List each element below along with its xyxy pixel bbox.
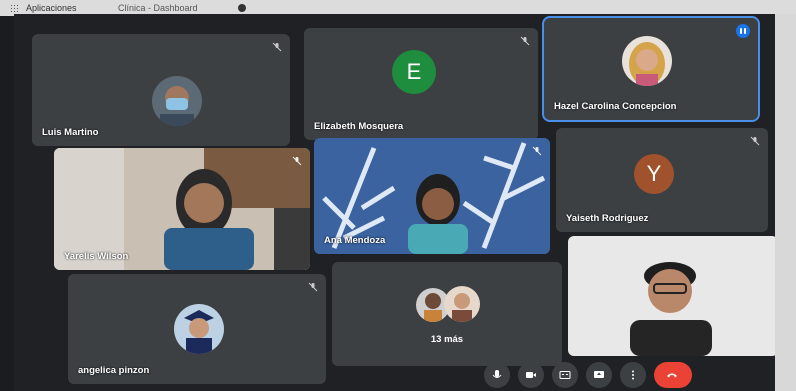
participant-tile-hazel[interactable]: Hazel Carolina Concepcion (542, 16, 760, 122)
device-edge (775, 14, 796, 391)
present-button[interactable] (586, 362, 612, 388)
participant-name: Ana Mendoza (324, 235, 386, 246)
more-participants-count: 13 más (430, 334, 464, 345)
participant-avatar (444, 286, 480, 322)
participant-avatar (174, 304, 224, 354)
mic-icon (492, 370, 502, 378)
captions-icon (559, 371, 571, 379)
muted-mic-icon (520, 36, 530, 46)
participant-initial-avatar: E (392, 50, 436, 94)
participant-name: angelica pinzon (78, 365, 150, 376)
more-participants-tile[interactable]: 13 más (332, 262, 562, 366)
muted-mic-icon (292, 156, 302, 166)
camera-icon (526, 372, 536, 378)
captions-button[interactable] (552, 362, 578, 388)
participant-video (568, 236, 778, 356)
muted-mic-icon (308, 282, 318, 292)
participant-name: Yarelis Wilson (64, 251, 129, 262)
participant-tile-video[interactable] (568, 236, 778, 356)
participant-tile-luis[interactable]: Luis Martino (32, 34, 290, 146)
participant-name: Elizabeth Mosquera (314, 121, 404, 132)
participant-avatar (152, 76, 202, 126)
muted-mic-icon (750, 136, 760, 146)
participant-name: Yaiseth Rodriguez (566, 213, 649, 224)
camera-button[interactable] (518, 362, 544, 388)
participant-tile-yaiseth[interactable]: Y Yaiseth Rodriguez (556, 128, 768, 232)
more-options-icon (632, 370, 634, 380)
participant-initial-avatar: Y (634, 154, 674, 194)
participant-tile-angelica[interactable]: angelica pinzon (68, 274, 326, 384)
mic-button[interactable] (484, 362, 510, 388)
participant-tile-ana[interactable]: Ana Mendoza (314, 138, 550, 254)
apps-grid-icon[interactable] (10, 4, 18, 12)
end-call-icon (667, 373, 677, 378)
end-call-button[interactable] (654, 362, 692, 388)
meeting-grid: Luis Martino E Elizabeth Mosquera Hazel … (14, 14, 789, 391)
present-icon (594, 371, 604, 378)
participant-tile-yarelis[interactable]: Yarelis Wilson (54, 148, 310, 270)
speaking-indicator-icon (736, 24, 750, 38)
participant-name: Luis Martino (42, 127, 99, 138)
muted-mic-icon (272, 42, 282, 52)
bookmark-favicon-icon (238, 4, 246, 12)
muted-mic-icon (532, 146, 542, 156)
more-options-button[interactable] (620, 362, 646, 388)
participant-avatar (622, 36, 672, 86)
participant-tile-elizabeth[interactable]: E Elizabeth Mosquera (304, 28, 538, 140)
participant-name: Hazel Carolina Concepcion (554, 101, 677, 112)
